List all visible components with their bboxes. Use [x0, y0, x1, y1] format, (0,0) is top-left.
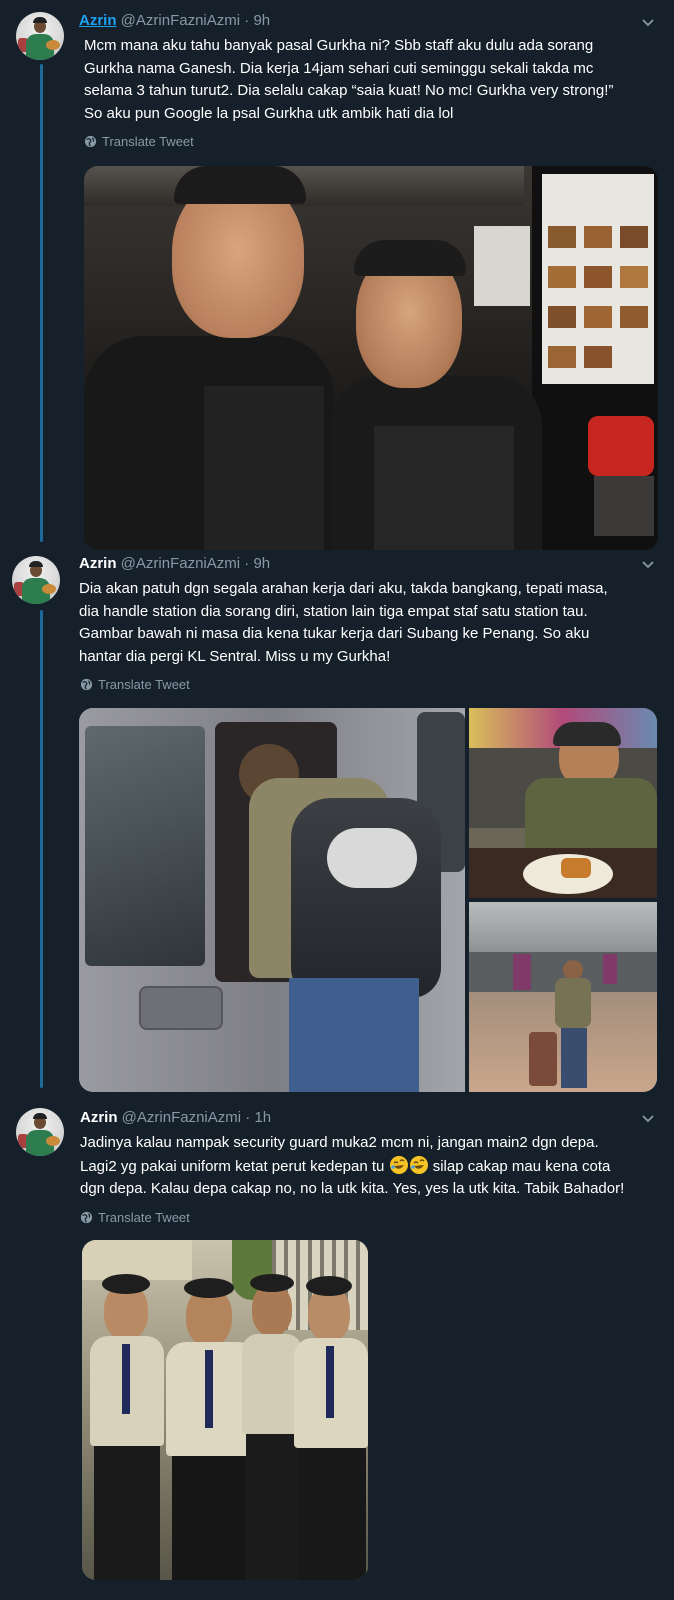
- separator: ·: [245, 1109, 251, 1126]
- display-name[interactable]: Azrin: [79, 12, 117, 29]
- tweet-text-line: selama 3 tahun turut2. Dia selalu cakap …: [84, 82, 614, 99]
- tweet-text-line: Gambar bawah ni masa dia kena tukar kerj…: [79, 625, 590, 642]
- tweet-header: Azrin @AzrinFazniAzmi · 9h: [79, 11, 270, 31]
- tweet-1[interactable]: Azrin @AzrinFazniAzmi · 9h Mcm mana aku …: [0, 0, 674, 560]
- translate-tweet-link[interactable]: Translate Tweet: [80, 677, 190, 692]
- tweet-photo[interactable]: [79, 708, 465, 1092]
- translate-tweet-link[interactable]: Translate Tweet: [84, 134, 194, 149]
- tweet-text-line: Jadinya kalau nampak security guard muka…: [80, 1134, 599, 1151]
- avatar[interactable]: [12, 556, 60, 604]
- tweet-text: Jadinya kalau nampak security guard muka…: [80, 1132, 624, 1201]
- tweet-text-line: hantar dia pergi KL Sentral. Miss u my G…: [79, 647, 391, 665]
- tweet-text: Mcm mana aku tahu banyak pasal Gurkha ni…: [84, 35, 613, 125]
- timestamp[interactable]: 9h: [253, 12, 270, 29]
- translate-tweet-link[interactable]: Translate Tweet: [80, 1210, 190, 1225]
- tweet-photo[interactable]: [84, 166, 658, 550]
- avatar[interactable]: [16, 1108, 64, 1156]
- tweet-header: Azrin @AzrinFazniAzmi · 1h: [80, 1108, 271, 1128]
- separator: ·: [244, 555, 250, 572]
- tweet-text-segment: silap cakap mau kena cota: [432, 1157, 611, 1175]
- display-name[interactable]: Azrin: [79, 555, 117, 572]
- tweet-text-line: Dia akan patuh dgn segala arahan kerja d…: [79, 580, 608, 597]
- timestamp[interactable]: 1h: [254, 1109, 271, 1126]
- globe-icon: [84, 135, 97, 148]
- chevron-down-icon[interactable]: [640, 14, 656, 30]
- rolling-on-floor-laughing-emoji: [409, 1155, 428, 1174]
- translate-label: Translate Tweet: [102, 134, 194, 149]
- tweet-photo[interactable]: [469, 902, 657, 1092]
- tweet-photo[interactable]: [469, 708, 657, 898]
- tweet-text-segment: Lagi2 yg pakai uniform ketat perut kedep…: [80, 1157, 385, 1175]
- tweet-3[interactable]: Azrin @AzrinFazniAzmi · 1h Jadinya kalau…: [0, 1096, 674, 1596]
- tweet-text-line: dgn depa. Kalau depa cakap no, no la utk…: [80, 1180, 625, 1197]
- chevron-down-icon[interactable]: [640, 556, 656, 572]
- tweet-photo[interactable]: [82, 1240, 368, 1580]
- tweet-2[interactable]: Azrin @AzrinFazniAzmi · 9h Dia akan patu…: [0, 546, 674, 1096]
- chevron-down-icon[interactable]: [640, 1110, 656, 1126]
- separator: ·: [244, 12, 250, 29]
- globe-icon: [80, 678, 93, 691]
- tweet-photo-grid: [79, 708, 657, 1092]
- tweet-text-line: Gurkha nama Ganesh. Dia kerja 14jam seha…: [84, 59, 594, 77]
- tweet-header: Azrin @AzrinFazniAzmi · 9h: [79, 554, 270, 574]
- timestamp[interactable]: 9h: [253, 555, 270, 572]
- user-handle[interactable]: @AzrinFazniAzmi: [121, 12, 240, 29]
- translate-label: Translate Tweet: [98, 1210, 190, 1225]
- tweet-text-line: So aku pun Google la psal Gurkha utk amb…: [84, 104, 454, 122]
- user-handle[interactable]: @AzrinFazniAzmi: [122, 1109, 241, 1126]
- display-name[interactable]: Azrin: [80, 1109, 118, 1126]
- rolling-on-floor-laughing-emoji: [389, 1155, 408, 1174]
- globe-icon: [80, 1211, 93, 1224]
- user-handle[interactable]: @AzrinFazniAzmi: [121, 555, 240, 572]
- avatar[interactable]: [16, 12, 64, 60]
- tweet-text: Dia akan patuh dgn segala arahan kerja d…: [79, 578, 608, 668]
- translate-label: Translate Tweet: [98, 677, 190, 692]
- tweet-text-line: dia handle station dia sorang diri, stat…: [79, 602, 588, 620]
- tweet-text-line: Mcm mana aku tahu banyak pasal Gurkha ni…: [84, 37, 594, 54]
- tweet-text-line: Lagi2 yg pakai uniform ketat perut kedep…: [80, 1155, 624, 1179]
